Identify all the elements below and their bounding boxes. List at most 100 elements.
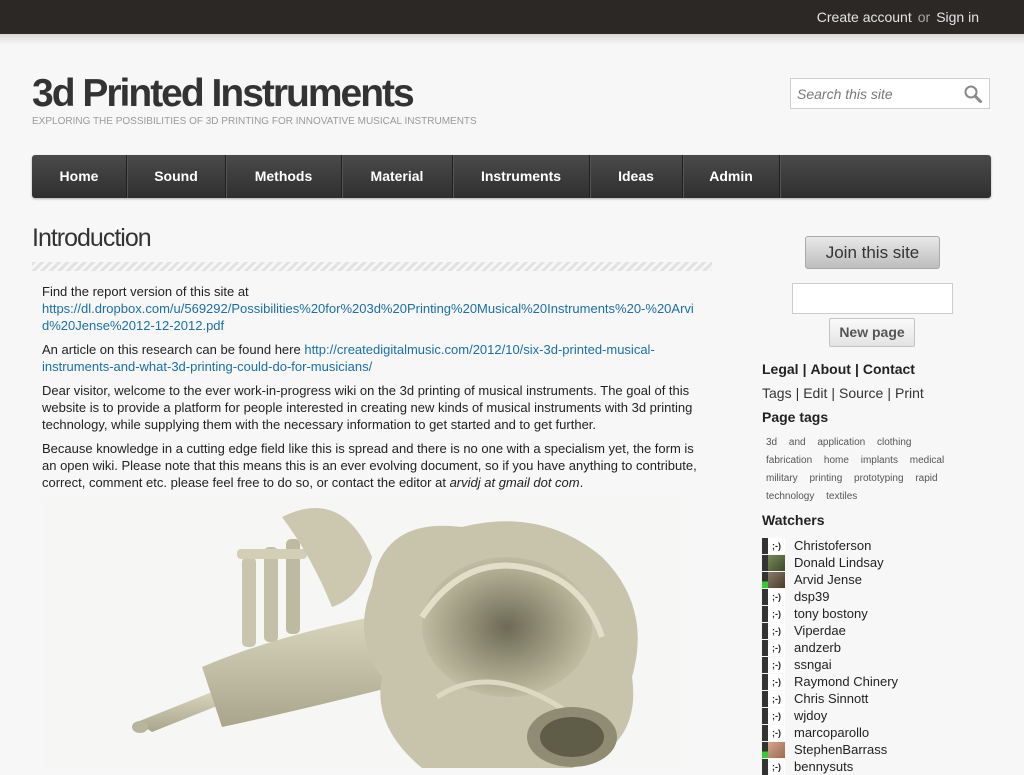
tag-link[interactable]: and: [789, 437, 806, 448]
tag-link[interactable]: application: [817, 437, 865, 448]
avatar: ;-): [762, 724, 786, 741]
sign-in-link[interactable]: Sign in: [936, 9, 979, 25]
search-input[interactable]: [791, 79, 957, 108]
separator: |: [887, 385, 891, 401]
watchers-heading: Watchers: [762, 512, 825, 528]
watcher-name[interactable]: andzerb: [794, 639, 841, 656]
watcher-item[interactable]: ;-) dsp39: [762, 588, 898, 605]
contribute-end: .: [579, 475, 584, 490]
separator: |: [795, 385, 800, 401]
tag-link[interactable]: fabrication: [766, 455, 812, 466]
legal-link[interactable]: Legal: [762, 361, 799, 377]
watcher-item[interactable]: StephenBarrass: [762, 741, 898, 758]
tag-link[interactable]: 3d: [766, 437, 777, 448]
watcher-item[interactable]: ;-) Raymond Chinery: [762, 673, 898, 690]
nav-home[interactable]: Home: [32, 155, 127, 198]
site-title[interactable]: 3d Printed Instruments: [32, 72, 415, 116]
watcher-item[interactable]: ;-) bennysuts: [762, 758, 898, 775]
separator: |: [802, 361, 807, 377]
instrument-image: [42, 497, 681, 768]
tag-link[interactable]: rapid: [915, 473, 937, 484]
watcher-name[interactable]: Viperdae: [794, 622, 846, 639]
watcher-item[interactable]: ;-) marcoparollo: [762, 724, 898, 741]
avatar: ;-): [762, 690, 786, 707]
tag-link[interactable]: printing: [809, 473, 842, 484]
nav-material[interactable]: Material: [342, 155, 453, 198]
avatar: ;-): [762, 639, 786, 656]
tag-link[interactable]: prototyping: [854, 473, 903, 484]
watcher-item[interactable]: ;-) wjdoy: [762, 707, 898, 724]
watcher-name[interactable]: Christoferson: [794, 537, 871, 554]
page-options: Tags | Edit | Source | Print: [762, 385, 924, 401]
watcher-name[interactable]: Donald Lindsay: [794, 554, 884, 571]
watcher-name[interactable]: Arvid Jense: [794, 571, 862, 588]
contact-link[interactable]: Contact: [863, 361, 915, 377]
avatar: [762, 554, 786, 571]
editor-email: arvidj at gmail dot com: [449, 475, 580, 490]
tag-link[interactable]: textiles: [826, 491, 857, 502]
nav-sound[interactable]: Sound: [127, 155, 226, 198]
watcher-item[interactable]: ;-) Viperdae: [762, 622, 898, 639]
watcher-item[interactable]: Donald Lindsay: [762, 554, 898, 571]
tags-link[interactable]: Tags: [762, 385, 792, 401]
watchers-list: ;-) Christoferson Donald Lindsay Arvid Je…: [762, 537, 898, 775]
about-link[interactable]: About: [811, 361, 851, 377]
watcher-name[interactable]: marcoparollo: [794, 724, 869, 741]
watcher-name[interactable]: tony bostony: [794, 605, 868, 622]
top-bar: Create account or Sign in: [0, 0, 1024, 34]
edit-link[interactable]: Edit: [803, 385, 827, 401]
report-link[interactable]: https://dl.dropbox.com/u/569292/Possibil…: [42, 301, 694, 333]
avatar: ;-): [762, 707, 786, 724]
nav-instruments[interactable]: Instruments: [453, 155, 590, 198]
watcher-name[interactable]: StephenBarrass: [794, 741, 887, 758]
watcher-item[interactable]: ;-) Christoferson: [762, 537, 898, 554]
report-text: Find the report version of this site at: [42, 284, 249, 299]
nav-ideas[interactable]: Ideas: [590, 155, 683, 198]
tag-link[interactable]: implants: [861, 455, 898, 466]
tag-link[interactable]: clothing: [877, 437, 911, 448]
search-box: [790, 78, 990, 109]
article-text: An article on this research can be found…: [42, 342, 301, 357]
printed-trumpet-illustration: [42, 497, 681, 768]
watcher-name[interactable]: Chris Sinnott: [794, 690, 868, 707]
nav-methods[interactable]: Methods: [226, 155, 342, 198]
print-link[interactable]: Print: [895, 385, 924, 401]
avatar: ;-): [762, 656, 786, 673]
create-account-link[interactable]: Create account: [817, 9, 912, 25]
watcher-item[interactable]: ;-) ssngai: [762, 656, 898, 673]
tag-link[interactable]: home: [824, 455, 849, 466]
watcher-name[interactable]: dsp39: [794, 588, 829, 605]
watcher-item[interactable]: ;-) Chris Sinnott: [762, 690, 898, 707]
avatar: ;-): [762, 537, 786, 554]
watcher-item[interactable]: ;-) andzerb: [762, 639, 898, 656]
source-link[interactable]: Source: [839, 385, 883, 401]
avatar: ;-): [762, 758, 786, 775]
join-site-button[interactable]: Join this site: [805, 236, 940, 269]
tag-link[interactable]: medical: [910, 455, 944, 466]
watcher-name[interactable]: bennysuts: [794, 758, 853, 775]
watcher-item[interactable]: Arvid Jense: [762, 571, 898, 588]
avatar: [762, 741, 786, 758]
site-subtitle: Exploring the possibilities of 3D printi…: [32, 116, 477, 127]
search-icon[interactable]: [963, 84, 983, 104]
nav-admin[interactable]: Admin: [683, 155, 780, 198]
avatar: ;-): [762, 605, 786, 622]
new-page-input[interactable]: [792, 283, 953, 314]
separator: |: [831, 385, 835, 401]
article-paragraph: An article on this research can be found…: [42, 341, 706, 375]
avatar: [762, 571, 786, 588]
contribute-paragraph: Because knowledge in a cutting edge fiel…: [42, 440, 706, 491]
avatar: ;-): [762, 588, 786, 605]
watcher-name[interactable]: wjdoy: [794, 707, 827, 724]
title-divider: [32, 262, 712, 271]
tag-link[interactable]: technology: [766, 491, 814, 502]
watcher-name[interactable]: ssngai: [794, 656, 832, 673]
main-nav: Home Sound Methods Material Instruments …: [32, 155, 991, 198]
legal-links: Legal | About | Contact: [762, 361, 915, 377]
watcher-name[interactable]: Raymond Chinery: [794, 673, 898, 690]
new-page-button[interactable]: New page: [829, 318, 915, 347]
watcher-item[interactable]: ;-) tony bostony: [762, 605, 898, 622]
page-tags-heading: Page tags: [762, 409, 829, 425]
separator: |: [854, 361, 859, 377]
tag-link[interactable]: military: [766, 473, 798, 484]
